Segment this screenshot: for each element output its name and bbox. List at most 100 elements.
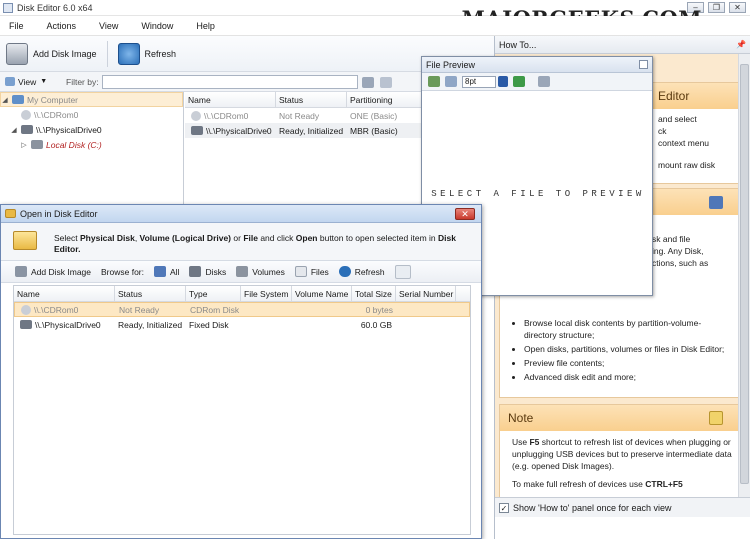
expand-icon: ▷ — [21, 141, 27, 149]
dialog-close-button[interactable]: ✕ — [455, 208, 475, 220]
open-folder-icon — [13, 231, 37, 250]
column-header-total-size[interactable]: Total Size — [352, 286, 396, 301]
preview-title: File Preview — [426, 59, 476, 70]
refresh-label: Refresh — [144, 48, 177, 59]
browse-all-button[interactable]: All — [154, 266, 179, 277]
hard-disk-icon — [191, 126, 203, 135]
view-label: View — [18, 76, 37, 87]
column-header-type[interactable]: Type — [186, 286, 241, 301]
cdrom-icon — [21, 109, 31, 120]
toolbar: Add Disk Image Refresh — [0, 36, 494, 72]
files-icon — [294, 266, 307, 277]
hard-disk-icon — [20, 320, 32, 329]
column-header-partitioning[interactable]: Partitioning — [347, 92, 427, 107]
scrollbar-thumb[interactable] — [740, 64, 749, 484]
note-heading: Note — [500, 405, 738, 431]
howto-section-note: Note Use F5 shortcut to refresh list of … — [499, 404, 739, 497]
browse-files-button[interactable]: Files — [294, 266, 329, 277]
add-disk-image-button[interactable]: Add Disk Image — [0, 39, 103, 69]
cell-status: Ready, Initialized — [118, 319, 183, 330]
close-button[interactable]: ✕ — [729, 2, 746, 13]
browse-volumes-button[interactable]: Volumes — [236, 266, 285, 277]
cell-status: Not Ready — [279, 110, 320, 121]
filter-options-icon[interactable] — [362, 77, 374, 88]
tree-node-label: My Computer — [27, 94, 79, 105]
cell-partitioning: ONE (Basic) — [350, 110, 398, 121]
device-tree: ◢ My Computer \\.\CDRom0 ◢ \\.\PhysicalD… — [0, 92, 184, 204]
text-view-icon[interactable] — [445, 76, 457, 87]
tree-node-label: \\.\CDRom0 — [34, 109, 79, 120]
link-icon[interactable] — [538, 76, 550, 87]
chevron-down-icon[interactable] — [498, 76, 508, 87]
cell-type: Fixed Disk — [189, 319, 229, 330]
columns-icon[interactable] — [380, 77, 392, 88]
table-row[interactable]: \\.\PhysicalDrive0 Ready, Initialized Fi… — [14, 317, 470, 332]
column-header-status[interactable]: Status — [115, 286, 186, 301]
tree-node-cdrom[interactable]: \\.\CDRom0 — [0, 107, 183, 122]
pin-icon[interactable]: 📌 — [736, 40, 746, 49]
howto-title: How To... — [499, 39, 537, 50]
cell-partitioning: MBR (Basic) — [350, 125, 398, 136]
list-item: Preview file contents; — [524, 357, 730, 369]
section-text: and select ck context menu mount raw dis… — [658, 114, 716, 170]
menu-view[interactable]: View — [99, 21, 118, 31]
browse-disks-button[interactable]: Disks — [189, 266, 226, 277]
note-icon — [709, 411, 723, 425]
collapse-icon: ◢ — [11, 126, 17, 134]
column-header-volume-name[interactable]: Volume Name — [292, 286, 352, 301]
menu-help[interactable]: Help — [196, 21, 215, 31]
refresh-icon — [338, 266, 351, 277]
grid-header: Name Status Type File System Volume Name… — [14, 286, 470, 302]
filter-bar: View ▼ Filter by: — [0, 72, 494, 92]
preview-title-bar: File Preview — [422, 57, 652, 73]
column-header-status[interactable]: Status — [276, 92, 347, 107]
chevron-down-icon: ▼ — [40, 78, 48, 85]
app-icon — [3, 2, 13, 13]
howto-title-bar: How To... 📌 — [495, 36, 750, 54]
column-header-file-system[interactable]: File System — [241, 286, 292, 301]
howto-scrollbar[interactable] — [738, 54, 750, 497]
disks-icon — [189, 266, 202, 277]
table-row[interactable]: \\.\CDRom0 Not Ready CDRom Disk 0 bytes — [14, 302, 470, 317]
instruction-text: Select Physical Disk, Volume (Logical Dr… — [54, 233, 456, 254]
folder-icon — [5, 209, 16, 218]
cell-name: \\.\PhysicalDrive0 — [206, 125, 272, 136]
cdrom-icon — [21, 304, 31, 315]
column-header-name[interactable]: Name — [14, 286, 115, 301]
filter-input[interactable] — [102, 75, 358, 89]
add-disk-image-button[interactable]: Add Disk Image — [15, 266, 91, 277]
menu-window[interactable]: Window — [141, 21, 173, 31]
go-icon[interactable] — [513, 76, 525, 87]
tree-node-physicaldrive[interactable]: ◢ \\.\PhysicalDrive0 — [0, 122, 183, 137]
view-icon — [5, 77, 15, 86]
cdrom-icon — [191, 110, 201, 121]
tree-node-local-disk[interactable]: ▷ Local Disk (C:) — [0, 137, 183, 152]
list-item: Browse local disk contents by partition-… — [524, 317, 730, 341]
cell-status: Ready, Initialized — [279, 125, 344, 136]
view-toggle-button[interactable] — [394, 264, 415, 279]
menu-actions[interactable]: Actions — [47, 21, 77, 31]
column-header-name[interactable]: Name — [185, 92, 276, 107]
add-disk-image-label: Add Disk Image — [33, 48, 97, 59]
note-text: Use F5 shortcut to refresh list of devic… — [512, 437, 732, 489]
restore-icon[interactable] — [639, 60, 648, 69]
cell-name: \\.\PhysicalDrive0 — [35, 319, 101, 330]
show-howto-checkbox[interactable]: ✓ — [499, 502, 509, 513]
disk-editor-icon — [709, 196, 723, 209]
refresh-button[interactable]: Refresh — [112, 39, 183, 69]
maximize-button[interactable]: ❐ — [708, 2, 725, 13]
image-view-icon[interactable] — [428, 76, 440, 87]
menu-file[interactable]: File — [9, 21, 24, 31]
dialog-title-bar: Open in Disk Editor — [1, 205, 481, 223]
column-header-serial-number[interactable]: Serial Number — [396, 286, 456, 301]
font-size-select[interactable]: 8pt — [462, 75, 496, 88]
refresh-button[interactable]: Refresh — [338, 266, 385, 277]
view-dropdown[interactable]: View ▼ — [5, 77, 47, 87]
grid-view-icon — [394, 264, 411, 279]
window-title: Disk Editor 6.0 x64 — [17, 2, 93, 13]
cell-type: CDRom Disk — [190, 304, 240, 315]
all-icon — [154, 266, 166, 277]
cell-status: Not Ready — [119, 304, 160, 315]
tree-node-my-computer[interactable]: ◢ My Computer — [0, 92, 183, 107]
open-dialog: Open in Disk Editor ✕ Select Physical Di… — [0, 204, 482, 539]
